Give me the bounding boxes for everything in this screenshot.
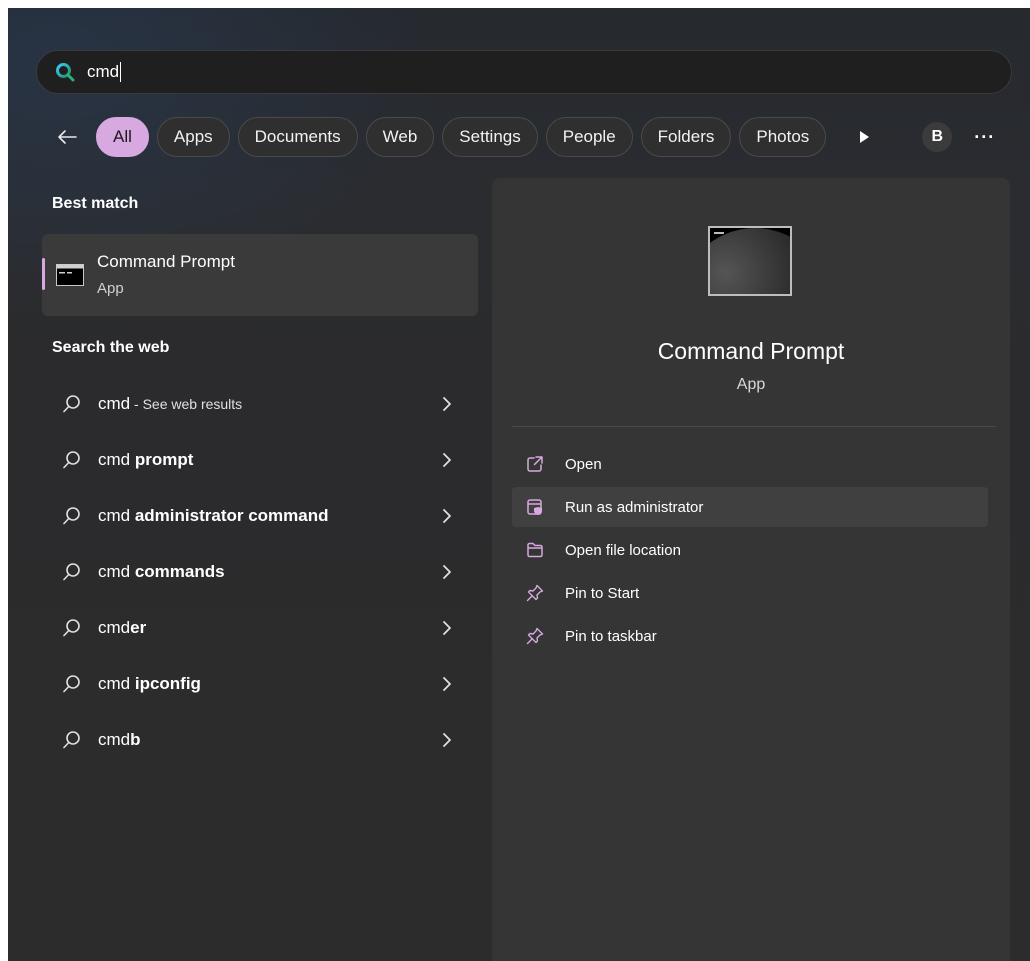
web-result-prefix: cmd xyxy=(98,562,135,581)
web-result-item[interactable]: cmd commands xyxy=(42,544,478,600)
web-result-prefix: cmd xyxy=(98,674,135,693)
chevron-right-icon xyxy=(443,453,451,467)
search-icon xyxy=(63,451,80,469)
command-prompt-thumbnail xyxy=(708,226,792,296)
filter-folders[interactable]: Folders xyxy=(640,117,732,157)
preview-kind: App xyxy=(736,376,766,393)
web-result-text: cmd commands xyxy=(98,562,225,582)
selection-indicator xyxy=(42,258,45,290)
search-box[interactable]: cmd xyxy=(36,50,1012,94)
pin-to-taskbar-action[interactable]: Pin to taskbar xyxy=(512,616,988,656)
pin-icon xyxy=(526,584,544,602)
back-button[interactable] xyxy=(52,122,82,152)
search-icon xyxy=(63,395,80,413)
web-result-item[interactable]: cmd - See web results xyxy=(42,376,478,432)
web-result-item[interactable]: cmd prompt xyxy=(42,432,478,488)
web-result-bold: prompt xyxy=(134,450,194,469)
search-icon xyxy=(63,675,80,693)
avatar[interactable]: B xyxy=(922,122,953,152)
chevron-right-icon xyxy=(443,509,451,523)
filter-all[interactable]: All xyxy=(96,117,149,157)
open-file-location-action[interactable]: Open file location xyxy=(512,530,988,570)
best-match-kind: App xyxy=(97,280,124,297)
search-web-heading: Search the web xyxy=(52,339,170,356)
web-result-prefix: cmd xyxy=(98,394,131,413)
search-input[interactable]: cmd xyxy=(87,62,119,82)
more-options-button[interactable]: ··· xyxy=(974,127,995,148)
folder-icon xyxy=(527,542,543,558)
web-result-bold: er xyxy=(130,618,147,637)
chevron-right-icon xyxy=(443,677,451,691)
action-list: Open Run as administrator Open file loca… xyxy=(512,444,988,659)
filter-apps[interactable]: Apps xyxy=(156,117,230,157)
thumbnail-prompt-line xyxy=(714,232,724,234)
web-result-text: cmd prompt xyxy=(98,450,193,470)
search-icon xyxy=(63,619,80,637)
pin-icon xyxy=(526,627,544,645)
more-filters-button[interactable] xyxy=(854,127,874,147)
command-prompt-icon xyxy=(56,264,84,286)
web-result-text: cmd ipconfig xyxy=(98,674,201,694)
run-as-administrator-label: Run as administrator xyxy=(565,498,704,516)
web-result-bold: ipconfig xyxy=(134,674,201,693)
arrow-left-icon xyxy=(58,130,77,144)
open-file-location-label: Open file location xyxy=(565,541,681,559)
filter-documents[interactable]: Documents xyxy=(237,117,358,157)
open-external-icon xyxy=(527,456,543,472)
web-result-item[interactable]: cmdb xyxy=(42,712,478,768)
start-search-panel: cmd All Apps Documents Web Settings Peop… xyxy=(8,8,1030,961)
filter-web[interactable]: Web xyxy=(365,117,435,157)
open-action[interactable]: Open xyxy=(512,444,988,484)
web-result-suffix: - See web results xyxy=(130,396,243,412)
divider xyxy=(512,426,996,427)
search-icon xyxy=(63,731,80,749)
filter-settings[interactable]: Settings xyxy=(442,117,538,157)
web-result-prefix: cmd xyxy=(98,618,131,637)
web-result-bold: commands xyxy=(134,562,225,581)
web-results-list: cmd - See web results cmd prompt cmd adm… xyxy=(42,376,478,768)
chevron-right-icon xyxy=(443,565,451,579)
text-caret xyxy=(120,62,122,82)
run-as-administrator-action[interactable]: Run as administrator xyxy=(512,487,988,527)
web-result-bold: b xyxy=(130,730,141,749)
best-match-name: Command Prompt xyxy=(97,252,235,271)
web-result-text: cmd - See web results xyxy=(98,394,242,414)
pin-to-start-label: Pin to Start xyxy=(565,584,640,602)
search-icon xyxy=(56,63,75,82)
web-result-text: cmd administrator command xyxy=(98,506,329,526)
web-result-item[interactable]: cmder xyxy=(42,600,478,656)
preview-title: Command Prompt xyxy=(657,338,845,364)
web-result-item[interactable]: cmd administrator command xyxy=(42,488,478,544)
search-icon xyxy=(63,563,80,581)
open-label: Open xyxy=(565,455,602,473)
filter-people[interactable]: People xyxy=(545,117,633,157)
filter-photos[interactable]: Photos xyxy=(739,117,827,157)
pin-to-taskbar-label: Pin to taskbar xyxy=(565,627,657,645)
chevron-right-icon xyxy=(443,621,451,635)
web-result-text: cmder xyxy=(98,618,146,638)
filter-bar: All Apps Documents Web Settings People F… xyxy=(52,116,995,158)
web-result-prefix: cmd xyxy=(98,506,135,525)
web-result-bold: administrator command xyxy=(134,506,329,525)
web-result-item[interactable]: cmd ipconfig xyxy=(42,656,478,712)
play-icon xyxy=(860,131,870,143)
best-match-item[interactable]: Command Prompt App xyxy=(42,234,478,316)
thumbnail-sheen xyxy=(710,228,790,294)
best-match-heading: Best match xyxy=(52,195,139,212)
chevron-right-icon xyxy=(443,733,451,747)
web-result-text: cmdb xyxy=(98,730,141,750)
pin-to-start-action[interactable]: Pin to Start xyxy=(512,573,988,613)
preview-pane: Command Prompt App Open Run as administr… xyxy=(492,178,1010,961)
shield-admin-icon xyxy=(527,499,542,515)
search-icon xyxy=(63,507,80,525)
chevron-right-icon xyxy=(443,397,451,411)
web-result-prefix: cmd xyxy=(98,450,135,469)
web-result-prefix: cmd xyxy=(98,730,131,749)
